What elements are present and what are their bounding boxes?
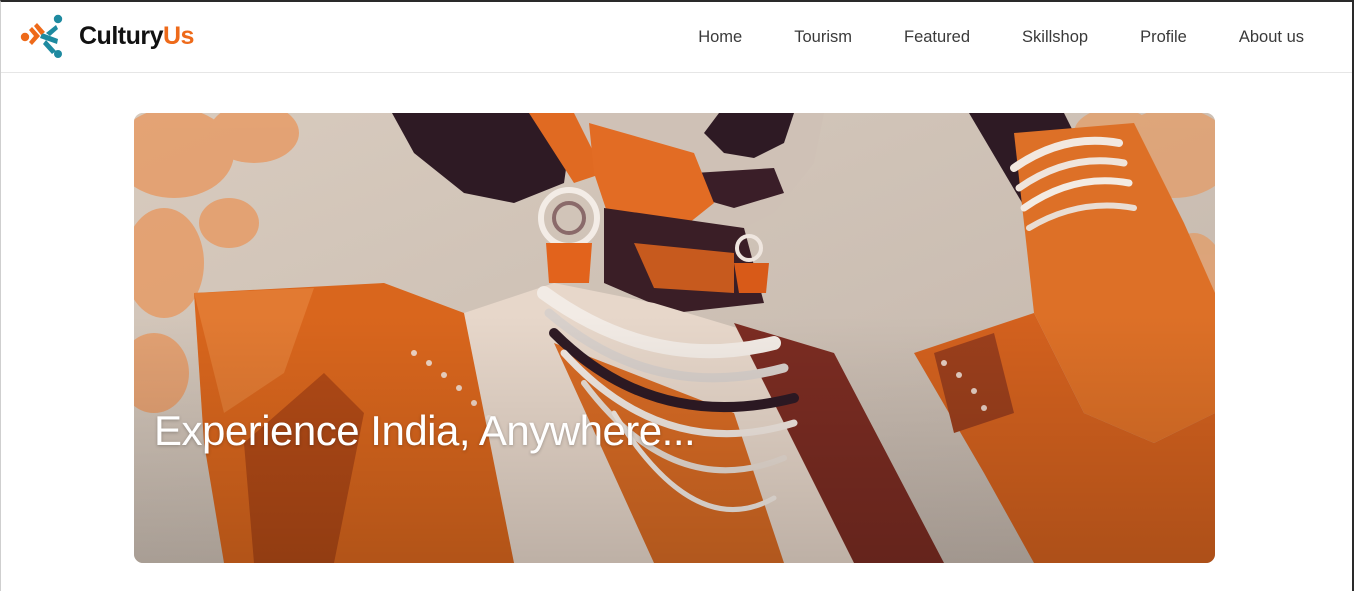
- brand-name-part1: Cultury: [79, 21, 164, 50]
- hero-illustration: [134, 113, 1215, 563]
- hero-title: Experience India, Anywhere...: [154, 407, 696, 454]
- main-nav: Home Tourism Featured Skillshop Profile …: [698, 2, 1304, 72]
- hero-banner: Experience India, Anywhere...: [134, 113, 1215, 563]
- brand-name: CulturyUs: [79, 21, 194, 50]
- people-connect-icon: [20, 14, 63, 58]
- brand-name-part2: Us: [163, 21, 194, 50]
- navbar: CulturyUs Home Tourism Featured Skillsho…: [1, 2, 1352, 73]
- nav-link-skillshop[interactable]: Skillshop: [1022, 28, 1088, 47]
- brand-logo-link[interactable]: CulturyUs: [20, 13, 194, 59]
- nav-link-about-us[interactable]: About us: [1239, 28, 1304, 47]
- nav-link-tourism[interactable]: Tourism: [794, 28, 852, 47]
- nav-link-profile[interactable]: Profile: [1140, 28, 1187, 47]
- page: CulturyUs Home Tourism Featured Skillsho…: [0, 0, 1354, 591]
- nav-link-home[interactable]: Home: [698, 28, 742, 47]
- nav-link-featured[interactable]: Featured: [904, 28, 970, 47]
